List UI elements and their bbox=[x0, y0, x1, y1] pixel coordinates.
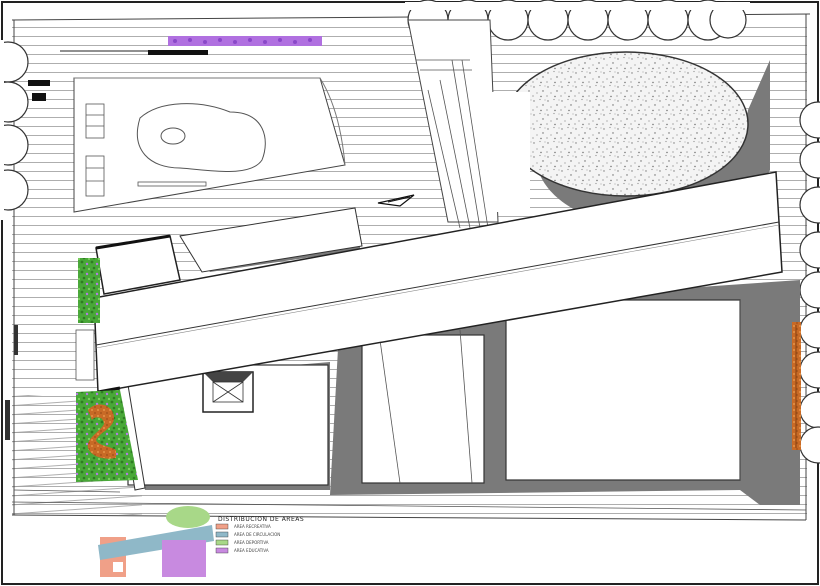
marker-left-2 bbox=[32, 93, 46, 101]
legend-label-2: AREA DE CIRCULACION bbox=[234, 532, 280, 537]
legend-title: DISTRIBUCION DE AREAS bbox=[218, 516, 304, 523]
legend-swatch-1 bbox=[215, 523, 229, 530]
legend-swatch-2 bbox=[215, 531, 229, 538]
marker-left-1 bbox=[28, 80, 50, 86]
legend-swatch-3 bbox=[215, 539, 229, 546]
legend-label-3: AREA DEPORTIVA bbox=[234, 540, 269, 545]
planting-strip-left bbox=[78, 258, 100, 323]
planting-strip-right bbox=[792, 322, 801, 450]
legend-label-1: AREA RECREATIVA bbox=[234, 524, 271, 529]
legend-swatch-4 bbox=[215, 547, 229, 554]
classroom-block-right bbox=[505, 299, 741, 481]
tree-row-right bbox=[799, 101, 820, 464]
gravel-oval bbox=[503, 51, 749, 197]
site-plan-drawing: DISTRIBUCION DE AREAS AREA RECREATIVA ARE… bbox=[0, 0, 820, 585]
legend-label-4: AREA EDUCATIVA bbox=[234, 548, 269, 553]
classroom-block-middle bbox=[361, 334, 485, 484]
wall-segment-top bbox=[148, 50, 208, 55]
